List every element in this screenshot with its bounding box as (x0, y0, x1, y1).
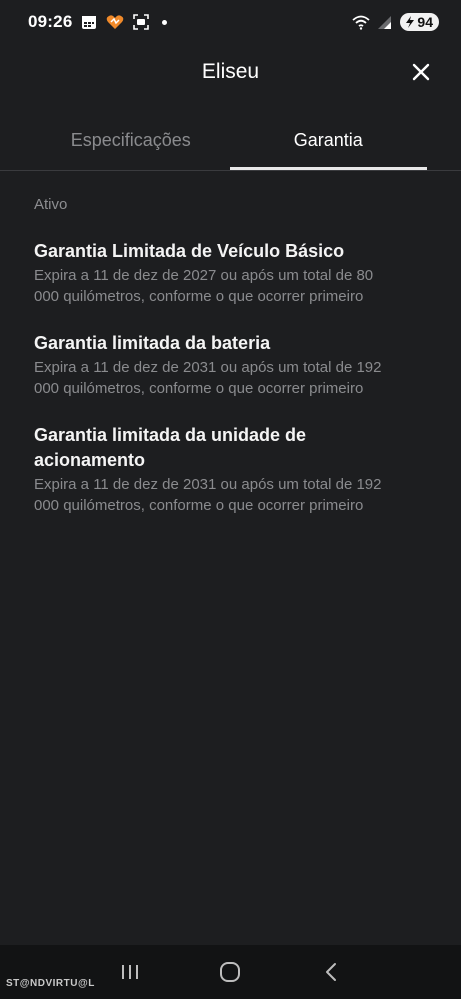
warranty-description: Expira a 11 de dez de 2027 ou após um to… (34, 265, 401, 307)
warranty-description: Expira a 11 de dez de 2031 ou após um to… (34, 474, 401, 516)
status-time: 09:26 (28, 12, 72, 32)
status-right: 94 (352, 13, 439, 31)
tab-divider (0, 170, 461, 171)
home-button[interactable] (210, 952, 250, 992)
watermark: ST@NDVIRTU@L (6, 978, 95, 989)
screenshot-icon (132, 13, 150, 31)
navigation-bar (0, 945, 461, 999)
status-bar: 09:26 94 (0, 0, 461, 44)
tab-especificacoes[interactable]: Especificações (32, 112, 230, 170)
warranty-item: Garantia limitada da unidade de acioname… (34, 423, 401, 516)
wifi-icon (352, 13, 370, 31)
warranty-description: Expira a 11 de dez de 2031 ou após um to… (34, 357, 401, 399)
warranty-title: Garantia Limitada de Veículo Básico (34, 239, 401, 264)
heart-app-icon (106, 13, 124, 31)
warranty-item: Garantia limitada da bateria Expira a 11… (34, 331, 401, 399)
warranty-content: Ativo Garantia Limitada de Veículo Básic… (34, 196, 401, 540)
close-button[interactable] (409, 60, 433, 84)
section-label-ativo: Ativo (34, 196, 401, 213)
warranty-title: Garantia limitada da unidade de acioname… (34, 423, 401, 473)
back-icon (324, 962, 338, 982)
calendar-icon (80, 13, 98, 31)
status-left: 09:26 (28, 12, 167, 32)
close-icon (412, 63, 430, 81)
battery-icon: 94 (400, 13, 439, 31)
tab-bar: Especificações Garantia (32, 112, 427, 170)
tab-garantia[interactable]: Garantia (230, 112, 428, 170)
home-icon (219, 961, 241, 983)
notification-dot (162, 20, 167, 25)
battery-level: 94 (417, 14, 433, 30)
recent-apps-button[interactable] (110, 952, 150, 992)
warranty-item: Garantia Limitada de Veículo Básico Expi… (34, 239, 401, 307)
header: Eliseu (0, 48, 461, 96)
warranty-title: Garantia limitada da bateria (34, 331, 401, 356)
recent-apps-icon (120, 963, 140, 981)
signal-icon (376, 13, 394, 31)
back-button[interactable] (311, 952, 351, 992)
page-title: Eliseu (202, 60, 259, 84)
